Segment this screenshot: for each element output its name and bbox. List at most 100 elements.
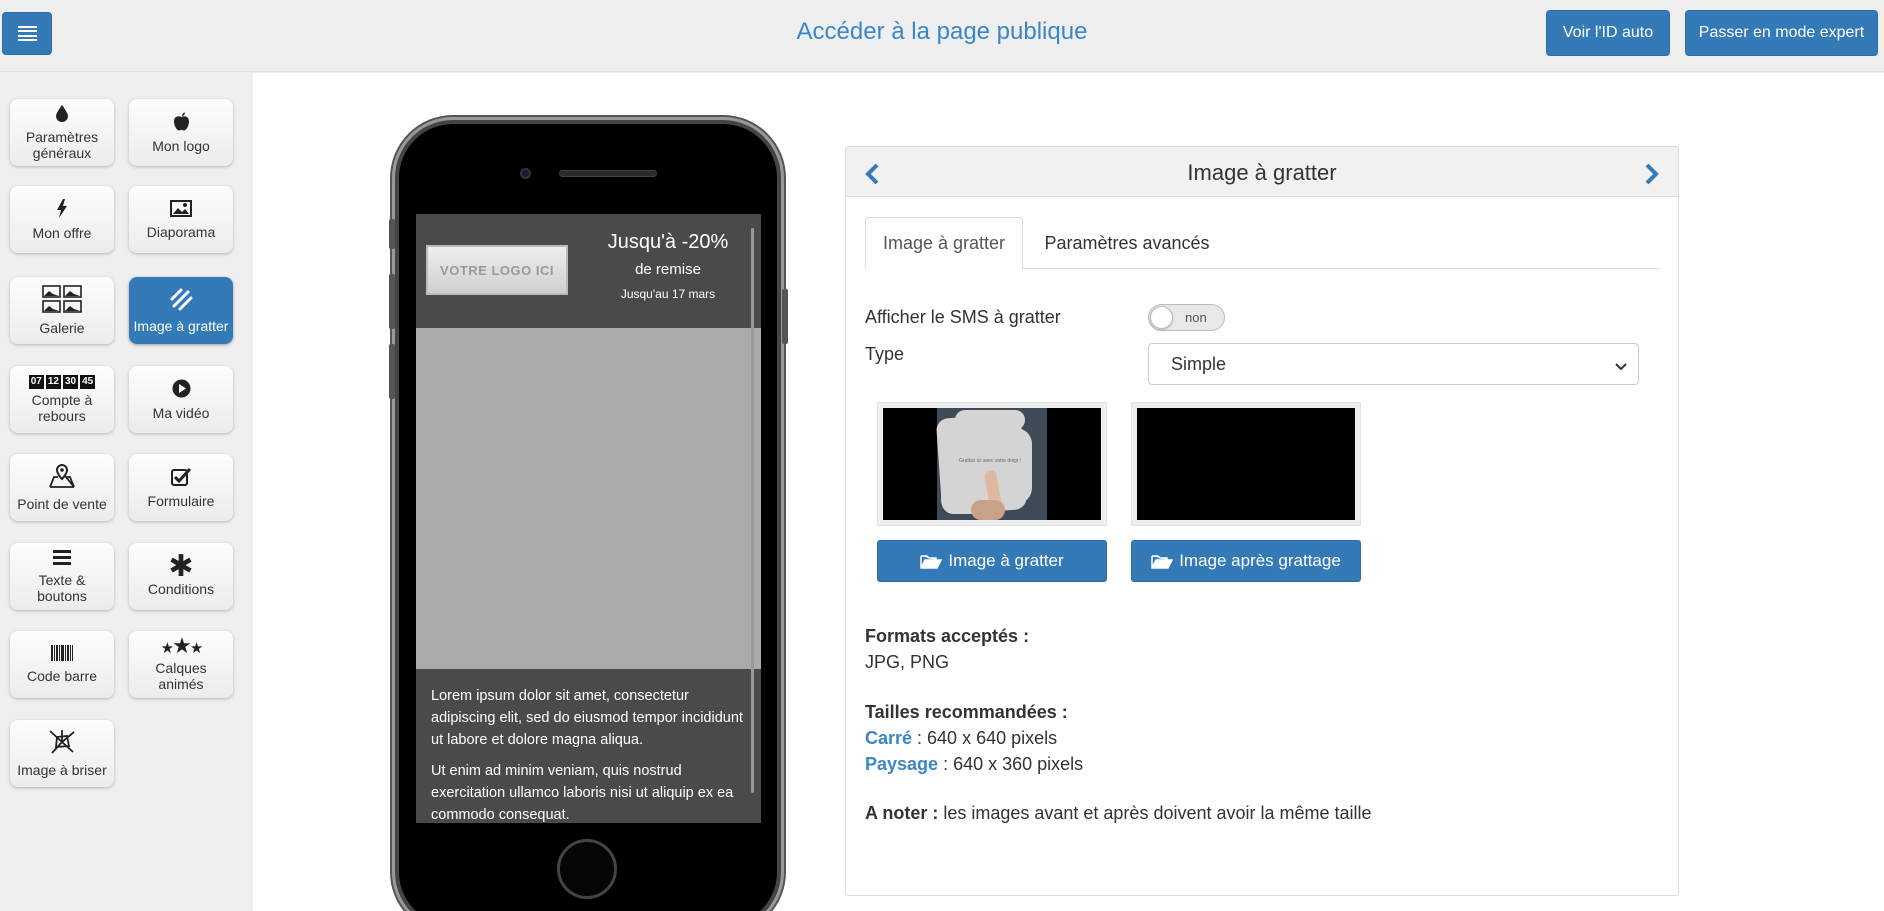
sidebar-item-label: Calques animés	[155, 659, 207, 692]
folder-open-icon	[1151, 554, 1174, 569]
menu-button[interactable]	[2, 12, 52, 55]
sidebar-item-gallery[interactable]: Galerie	[10, 277, 114, 344]
public-page-link[interactable]: Accéder à la page publique	[797, 18, 1088, 45]
formats-title: Formats acceptés :	[865, 626, 1030, 646]
sidebar-item-label: Galerie	[39, 320, 85, 336]
panel-header: Image à gratter	[846, 147, 1678, 197]
upload-scratch-image-button[interactable]: Image à gratter	[877, 540, 1107, 582]
phone-power-button	[782, 289, 788, 344]
asterisk-icon: ✱	[168, 550, 194, 583]
sidebar-item-barcode[interactable]: Code barre	[10, 631, 114, 698]
sizes-title: Tailles recommandées :	[865, 702, 1068, 722]
sms-toggle[interactable]: non	[1148, 304, 1225, 331]
phone-preview: VOTRE LOGO ICI Jusqu'à -20% de remise Ju…	[389, 120, 788, 911]
promo-block: Jusqu'à -20% de remise Jusqu'au 17 mars	[582, 230, 754, 302]
lorem-paragraph-1: Lorem ipsum dolor sit amet, consectetur …	[431, 688, 743, 748]
list-icon	[53, 549, 71, 569]
panel-title: Image à gratter	[1187, 160, 1337, 185]
scratch-hint-text: Grattez ici avec votre doigt !	[959, 458, 1021, 464]
scratch-image-thumbnail[interactable]: Grattez ici avec votre doigt !	[877, 402, 1107, 526]
sidebar-item-label: Conditions	[147, 581, 215, 597]
size-landscape-value: : 640 x 360 pixels	[938, 754, 1084, 774]
sizes-info: Tailles recommandées : Carré : 640 x 640…	[865, 699, 1083, 777]
note-title: A noter :	[865, 803, 939, 823]
sidebar-item-label: Texte & boutons	[37, 572, 87, 604]
scratch-icon	[169, 287, 193, 315]
panel-tabs: Image à gratter Paramètres avancés	[865, 217, 1660, 270]
sidebar-item-my-offer[interactable]: Mon offre	[10, 186, 114, 253]
sidebar-item-form[interactable]: Formulaire	[129, 454, 233, 521]
promo-date: Jusqu'au 17 mars	[620, 287, 716, 301]
upload-after-image-button[interactable]: Image après grattage	[1131, 540, 1361, 582]
phone-camera	[520, 168, 531, 179]
countdown-digit: 30	[63, 375, 79, 389]
sidebar-item-slideshow[interactable]: Diaporama	[129, 186, 233, 253]
toggle-knob	[1150, 306, 1173, 329]
sidebar-item-my-logo[interactable]: Mon logo	[129, 99, 233, 166]
apple-icon	[173, 112, 190, 135]
sidebar-item-animated-layers[interactable]: ★★★ Calques animés	[129, 631, 233, 698]
sidebar-item-label: Mon logo	[152, 137, 210, 154]
toggle-state: non	[1185, 310, 1207, 325]
note-info: A noter : les images avant et après doiv…	[865, 800, 1372, 826]
play-icon	[172, 379, 191, 402]
upload-after-image-label: Image après grattage	[1179, 551, 1341, 570]
stars-icon: ★★★	[160, 632, 204, 658]
sidebar-item-label: Mon offre	[32, 224, 92, 241]
after-scratch-thumbnail[interactable]	[1131, 402, 1361, 526]
expert-mode-button[interactable]: Passer en mode expert	[1685, 10, 1878, 56]
map-pin-icon	[48, 463, 76, 493]
phone-mute-button	[389, 219, 395, 249]
phone-header-section: VOTRE LOGO ICI Jusqu'à -20% de remise Ju…	[416, 214, 761, 328]
note-value: les images avant et après doivent avoir …	[938, 803, 1372, 823]
promo-subtitle: de remise	[635, 261, 701, 278]
formats-value: JPG, PNG	[865, 652, 950, 672]
countdown-digit: 12	[45, 375, 61, 389]
sidebar-item-label: Point de vente	[17, 496, 107, 512]
sidebar-item-label: Paramètres généraux	[25, 128, 99, 161]
logo-placeholder: VOTRE LOGO ICI	[426, 245, 568, 295]
gallery-icon	[42, 285, 82, 317]
sidebar-item-text-buttons[interactable]: Texte & boutons	[10, 543, 114, 610]
sidebar-item-my-video[interactable]: Ma vidéo	[129, 366, 233, 433]
sidebar-item-label: Image à briser	[17, 762, 107, 778]
phone-volume-down-button	[389, 344, 395, 399]
sidebar-item-scratch-image[interactable]: Image à gratter	[129, 277, 233, 344]
sidebar-item-label: Compte à rebours	[31, 392, 93, 424]
view-auto-id-button[interactable]: Voir l'ID auto	[1546, 10, 1670, 56]
phone-text-section: Lorem ipsum dolor sit amet, consectetur …	[416, 669, 761, 823]
top-bar: Accéder à la page publique Voir l'ID aut…	[0, 0, 1884, 72]
next-chevron-icon[interactable]	[1642, 162, 1662, 186]
checkbox-icon	[171, 467, 192, 490]
folder-open-icon	[920, 554, 943, 569]
image-icon	[170, 199, 192, 221]
type-label: Type	[865, 344, 905, 364]
sidebar-item-countdown[interactable]: 07 12 30 45 Compte à rebours	[10, 366, 114, 433]
broken-glass-icon	[47, 729, 77, 759]
sidebar-item-break-image[interactable]: Image à briser	[10, 720, 114, 787]
sidebar-item-conditions[interactable]: ✱ Conditions	[129, 543, 233, 610]
drop-icon	[56, 104, 68, 126]
chevron-down-icon	[1614, 357, 1628, 378]
type-select[interactable]: Simple	[1148, 343, 1639, 385]
phone-speaker	[559, 170, 657, 177]
tab-scratch-image[interactable]: Image à gratter	[865, 217, 1023, 270]
scratch-area[interactable]	[416, 328, 761, 669]
sms-label: Afficher le SMS à gratter	[865, 307, 1061, 327]
sidebar-item-label: Image à gratter	[133, 318, 229, 334]
promo-discount: Jusqu'à -20%	[607, 231, 729, 253]
lorem-paragraph-2: Ut enim ad minim veniam, quis nostrud ex…	[431, 763, 734, 823]
phone-scrollbar[interactable]	[751, 228, 754, 793]
sidebar-item-label: Ma vidéo	[152, 404, 210, 421]
upload-scratch-image-label: Image à gratter	[948, 551, 1064, 570]
formats-info: Formats acceptés : JPG, PNG	[865, 623, 1029, 675]
type-select-value: Simple	[1171, 354, 1227, 374]
hamburger-icon	[17, 26, 37, 41]
size-square-value: : 640 x 640 pixels	[912, 728, 1058, 748]
barcode-icon	[51, 645, 73, 665]
phone-home-button	[557, 839, 617, 899]
tab-advanced-settings[interactable]: Paramètres avancés	[1037, 217, 1217, 269]
sidebar-item-general-settings[interactable]: Paramètres généraux	[10, 99, 114, 166]
sidebar-item-point-of-sale[interactable]: Point de vente	[10, 454, 114, 521]
sidebar-item-label: Code barre	[26, 668, 98, 684]
